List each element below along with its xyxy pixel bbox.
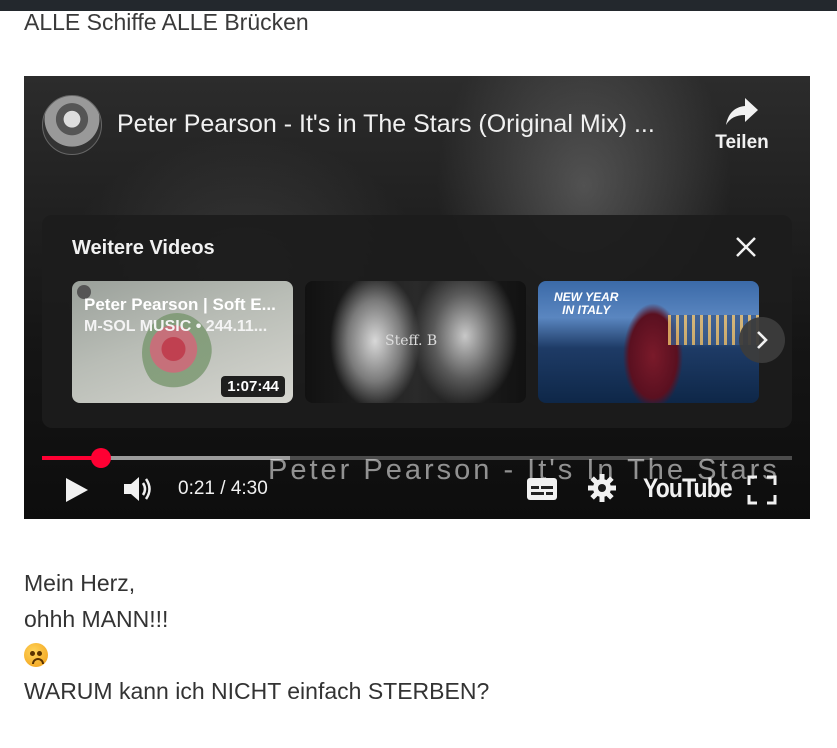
subtitles-button[interactable]	[526, 476, 558, 507]
play-icon	[66, 478, 88, 502]
more-videos-panel: Weitere Videos Peter Pearson | Soft E...…	[42, 215, 792, 428]
flushed-face-emoji-icon	[24, 637, 489, 673]
scrubber-handle[interactable]	[90, 448, 111, 468]
share-icon	[726, 98, 758, 125]
channel-avatar[interactable]	[42, 95, 102, 155]
paragraph-line: Mein Herz,	[24, 570, 136, 596]
thumbnail-signature: Steff. B	[385, 333, 438, 349]
thumbnail-caption: NEW YEAR IN ITALY	[554, 291, 618, 317]
time-display: 0:21 / 4:30	[178, 478, 268, 499]
paragraph-line: WARUM kann ich NICHT einfach STERBEN?	[24, 678, 490, 704]
close-icon	[736, 237, 756, 257]
share-button[interactable]: Teilen	[710, 96, 774, 154]
play-button[interactable]	[64, 476, 90, 509]
suggested-video-3[interactable]: NEW YEAR IN ITALY	[538, 281, 759, 403]
paragraph-line: ohhh MANN!!!	[24, 606, 169, 632]
thumbnail-caption-line-1: NEW YEAR	[554, 290, 619, 304]
share-label: Teilen	[715, 132, 769, 153]
video-title[interactable]: Peter Pearson - It's in The Stars (Origi…	[117, 110, 655, 139]
chevron-right-icon	[757, 331, 768, 349]
suggested-video-meta: M-SOL MUSIC • 244.11...	[84, 318, 268, 335]
progress-bar[interactable]	[42, 448, 792, 468]
embedded-video-player[interactable]: Peter Pearson - It's in The Stars (Origi…	[24, 76, 810, 519]
post-heading: ALLE Schiffe ALLE Brücken	[24, 9, 309, 35]
settings-button[interactable]	[587, 473, 617, 508]
suggested-video-2[interactable]: Steff. B	[305, 281, 526, 403]
suggested-video-1[interactable]: Peter Pearson | Soft E... M-SOL MUSIC • …	[72, 281, 293, 403]
volume-icon	[124, 477, 151, 501]
subtitles-icon	[527, 478, 557, 500]
fullscreen-icon	[747, 475, 777, 505]
more-videos-title: Weitere Videos	[72, 237, 215, 259]
video-duration-badge: 1:07:44	[221, 376, 285, 397]
gear-icon	[588, 474, 616, 502]
emoji-icon	[24, 643, 48, 667]
close-more-videos-button[interactable]	[734, 235, 758, 259]
fullscreen-button[interactable]	[747, 475, 777, 510]
thumbnail-caption-line-2: IN ITALY	[562, 303, 611, 317]
next-videos-button[interactable]	[739, 317, 785, 363]
volume-button[interactable]	[122, 474, 156, 509]
youtube-logo[interactable]: YouTube	[643, 473, 733, 504]
suggested-video-title: Peter Pearson | Soft E...	[84, 295, 276, 314]
post-body: Mein Herz, ohhh MANN!!! WARUM kann ich N…	[24, 565, 489, 709]
